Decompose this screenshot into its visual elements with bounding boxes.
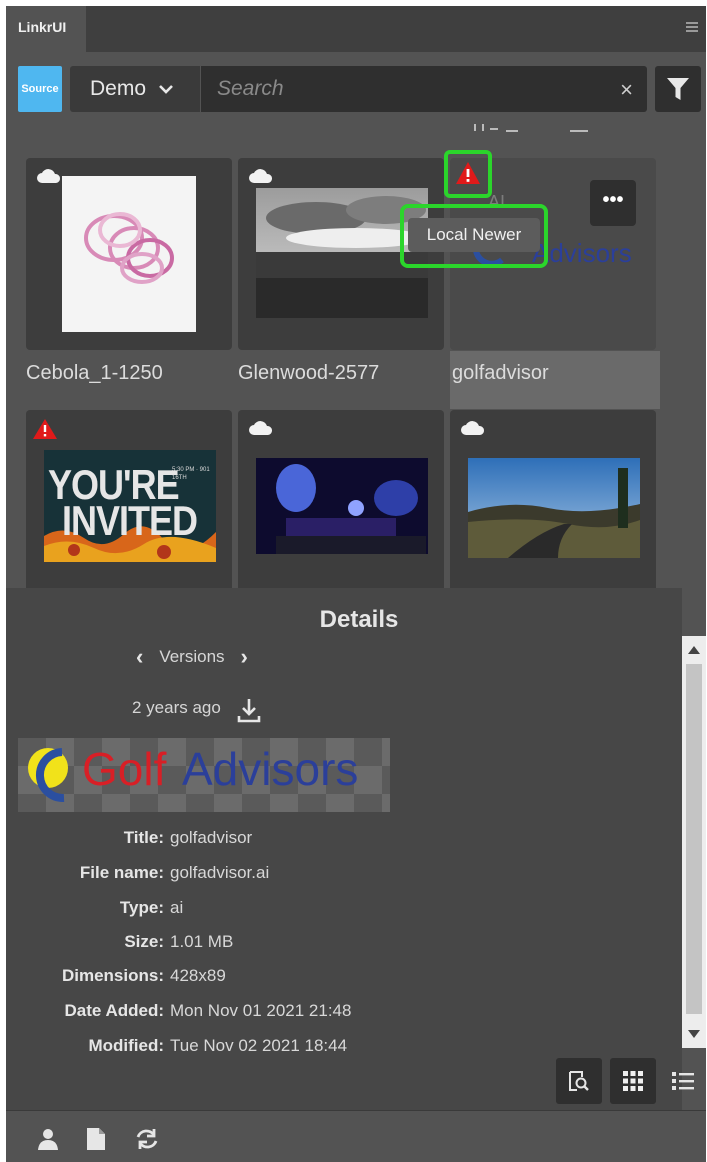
preview-search-icon — [569, 1071, 589, 1091]
scrolled-row-fragment — [474, 124, 588, 132]
metadata-key: Title: — [123, 828, 164, 847]
asset-tile[interactable] — [26, 158, 232, 350]
warning-icon — [33, 419, 57, 439]
details-scrollbar[interactable] — [682, 636, 706, 1048]
asset-thumbnail — [62, 176, 196, 332]
tooltip: Local Newer — [408, 218, 540, 252]
filter-button[interactable] — [655, 66, 701, 112]
more-options-button[interactable]: ••• — [590, 180, 636, 226]
asset-name: Cebola_1-1250 — [26, 362, 163, 384]
asset-preview: Golf Advisors — [18, 738, 390, 812]
preview-button[interactable] — [556, 1058, 602, 1104]
source-button[interactable]: Source — [18, 66, 62, 112]
toolbar: Source Demo × — [6, 52, 706, 122]
asset-tile[interactable] — [238, 410, 444, 588]
previous-version-icon[interactable]: ‹ — [136, 644, 143, 670]
logo-text-golf: Golf — [82, 743, 167, 795]
metadata-key: Modified: — [88, 1036, 164, 1055]
linkrui-panel: LinkrUI Source Demo × — [6, 6, 706, 1162]
metadata-key: Dimensions: — [61, 966, 164, 985]
thumb-fine-print: 5:30 PM · 901 16TH — [172, 467, 210, 481]
project-select[interactable]: Demo — [70, 66, 200, 112]
metadata-value: golfadvisor.ai — [170, 863, 270, 882]
clear-search-icon[interactable]: × — [620, 77, 633, 103]
asset-name-selected: golfadvisor — [452, 362, 549, 384]
footer-bar — [6, 1110, 706, 1162]
versions-label: Versions — [159, 647, 225, 666]
download-icon[interactable] — [236, 696, 262, 724]
asset-thumbnail — [468, 458, 640, 558]
details-scrollbar-thumb[interactable] — [686, 664, 702, 1014]
next-version-icon[interactable]: › — [241, 644, 248, 670]
project-select-value: Demo — [90, 77, 147, 100]
metadata-key: Date Added: — [64, 1001, 165, 1020]
asset-thumbnail — [256, 458, 428, 554]
asset-tile[interactable]: YOU'RE INVITED 5:30 PM · 901 16TH — [26, 410, 232, 588]
cloud-icon — [249, 169, 273, 183]
metadata-row-dimensions: Dimensions: 428x89 — [6, 966, 606, 988]
details-panel: Details ‹ Versions › 2 years ago Golf Ad… — [6, 588, 682, 1110]
asset-tile[interactable] — [450, 410, 656, 588]
versions-nav: ‹ Versions › — [136, 644, 248, 670]
details-title: Details — [319, 606, 399, 633]
document-icon[interactable] — [86, 1127, 106, 1151]
metadata-row-modified: Modified: Tue Nov 02 2021 18:44 — [6, 1036, 606, 1058]
user-icon[interactable] — [36, 1127, 60, 1151]
logo-text-advisors: Advisors — [182, 743, 359, 795]
scroll-up-icon[interactable] — [688, 646, 700, 654]
grid-view-button[interactable] — [610, 1058, 656, 1104]
tab-linkrui[interactable]: LinkrUI — [6, 6, 86, 52]
chevron-down-icon — [159, 85, 173, 94]
thumb-title-line2: INVITED — [62, 496, 198, 544]
scroll-down-icon[interactable] — [688, 1030, 700, 1038]
metadata-row-file-name: File name: golfadvisor.ai — [6, 863, 606, 885]
metadata-value: 428x89 — [170, 966, 226, 985]
warning-icon[interactable] — [455, 161, 481, 185]
asset-grid: Cebola_1-1250 Glenwood-2577 AI Advisors … — [6, 122, 682, 588]
filter-icon — [667, 78, 689, 100]
metadata-value: golfadvisor — [170, 828, 253, 847]
metadata-value: ai — [170, 898, 184, 917]
metadata-value: Mon Nov 01 2021 21:48 — [170, 1001, 352, 1020]
asset-name: Glenwood-2577 — [238, 362, 380, 384]
panel-menu-icon[interactable] — [686, 22, 698, 32]
list-view-button[interactable] — [660, 1058, 706, 1104]
metadata-key: Type: — [119, 898, 164, 917]
tab-bar: LinkrUI — [6, 6, 706, 52]
warning-highlight — [444, 150, 492, 198]
metadata-row-date-added: Date Added: Mon Nov 01 2021 21:48 — [6, 1001, 606, 1023]
grid-view-icon — [623, 1071, 643, 1091]
metadata-row-size: Size: 1.01 MB — [6, 932, 606, 954]
metadata-value: 1.01 MB — [170, 932, 234, 951]
version-age: 2 years ago — [132, 698, 221, 717]
cloud-icon — [249, 421, 273, 435]
search-input[interactable] — [217, 66, 597, 112]
tooltip-highlight: Local Newer — [400, 204, 548, 268]
cloud-icon — [37, 169, 61, 183]
metadata-key: File name: — [79, 863, 164, 882]
metadata-value: Tue Nov 02 2021 18:44 — [170, 1036, 348, 1055]
metadata-row-type: Type: ai — [6, 898, 606, 920]
cloud-icon — [461, 421, 485, 435]
list-view-icon — [672, 1072, 694, 1090]
search-field: × — [201, 66, 647, 112]
metadata-row-title: Title: golfadvisor — [6, 828, 606, 850]
metadata-key: Size: — [124, 932, 164, 951]
refresh-icon[interactable] — [134, 1127, 160, 1151]
